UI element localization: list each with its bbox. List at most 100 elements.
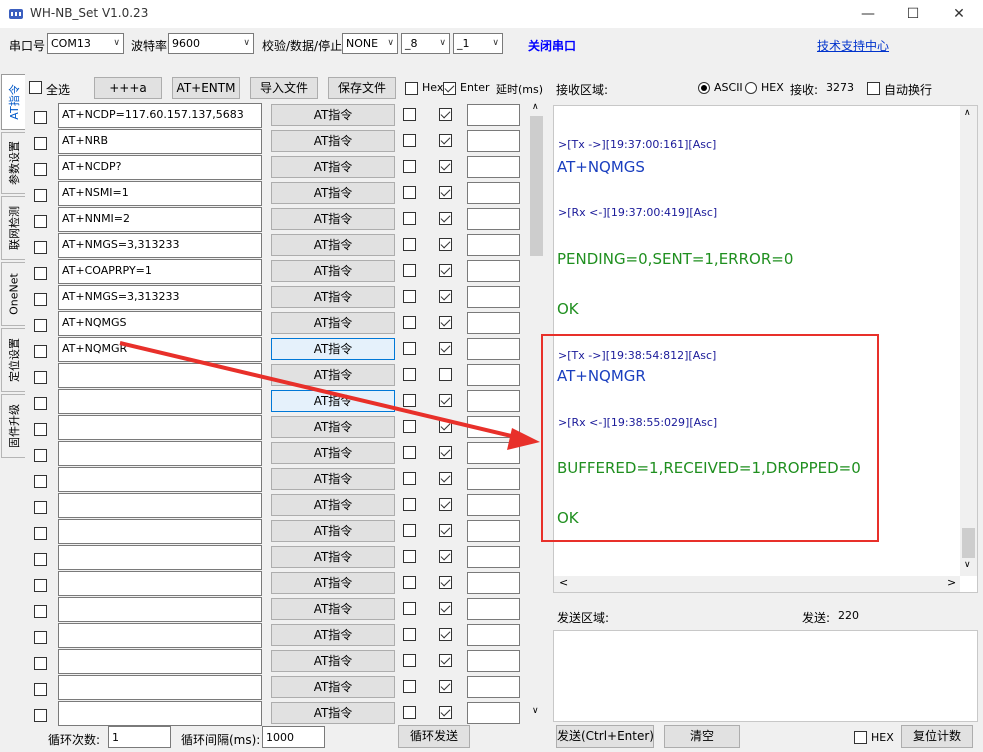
row-enter-checkbox[interactable] — [439, 264, 452, 277]
row-hex-checkbox[interactable] — [403, 212, 416, 225]
row-hex-checkbox[interactable] — [403, 680, 416, 693]
scroll-left-icon[interactable]: < — [559, 576, 568, 589]
row-enter-checkbox[interactable] — [439, 212, 452, 225]
row-enter-checkbox[interactable] — [439, 342, 452, 355]
send-hex-checkbox[interactable] — [854, 731, 867, 744]
row-select-checkbox[interactable] — [34, 449, 47, 462]
select-all-checkbox[interactable] — [29, 81, 42, 94]
row-select-checkbox[interactable] — [34, 527, 47, 540]
command-input[interactable] — [58, 467, 262, 492]
command-input[interactable] — [58, 441, 262, 466]
row-enter-checkbox[interactable] — [439, 446, 452, 459]
row-delay-input[interactable] — [467, 650, 520, 672]
command-input[interactable] — [58, 571, 262, 596]
tab-params[interactable]: 参数设置 — [1, 132, 25, 194]
row-select-checkbox[interactable] — [34, 241, 47, 254]
row-hex-checkbox[interactable] — [403, 524, 416, 537]
row-delay-input[interactable] — [467, 572, 520, 594]
hex-radio[interactable] — [745, 82, 757, 94]
row-enter-checkbox[interactable] — [439, 550, 452, 563]
row-select-checkbox[interactable] — [34, 501, 47, 514]
row-hex-checkbox[interactable] — [403, 472, 416, 485]
stopbits-select[interactable]: _1 ∨ — [453, 33, 503, 54]
row-hex-checkbox[interactable] — [403, 576, 416, 589]
row-hex-checkbox[interactable] — [403, 108, 416, 121]
row-hex-checkbox[interactable] — [403, 160, 416, 173]
baud-select[interactable]: 9600 ∨ — [168, 33, 254, 54]
send-at-button[interactable]: AT指令 — [271, 130, 395, 152]
send-at-button[interactable]: AT指令 — [271, 468, 395, 490]
send-at-button[interactable]: AT指令 — [271, 416, 395, 438]
command-input[interactable]: AT+NSMI=1 — [58, 181, 262, 206]
row-hex-checkbox[interactable] — [403, 706, 416, 719]
scroll-right-icon[interactable]: > — [947, 576, 956, 589]
row-select-checkbox[interactable] — [34, 553, 47, 566]
command-input[interactable] — [58, 649, 262, 674]
command-input[interactable] — [58, 519, 262, 544]
row-select-checkbox[interactable] — [34, 163, 47, 176]
send-at-button[interactable]: AT指令 — [271, 624, 395, 646]
row-select-checkbox[interactable] — [34, 709, 47, 722]
row-hex-checkbox[interactable] — [403, 550, 416, 563]
command-input[interactable] — [58, 623, 262, 648]
command-input[interactable] — [58, 415, 262, 440]
enter-all-checkbox[interactable] — [443, 82, 456, 95]
row-delay-input[interactable] — [467, 130, 520, 152]
row-select-checkbox[interactable] — [34, 371, 47, 384]
row-delay-input[interactable] — [467, 338, 520, 360]
row-delay-input[interactable] — [467, 208, 520, 230]
row-delay-input[interactable] — [467, 156, 520, 178]
row-delay-input[interactable] — [467, 390, 520, 412]
row-select-checkbox[interactable] — [34, 579, 47, 592]
send-at-button[interactable]: AT指令 — [271, 234, 395, 256]
command-input[interactable] — [58, 675, 262, 700]
command-input[interactable] — [58, 363, 262, 388]
command-input[interactable] — [58, 597, 262, 622]
row-delay-input[interactable] — [467, 286, 520, 308]
maximize-button[interactable]: ☐ — [890, 0, 936, 28]
command-input[interactable]: AT+NMGS=3,313233 — [58, 233, 262, 258]
send-at-button[interactable]: AT指令 — [271, 702, 395, 724]
ascii-radio[interactable] — [698, 82, 710, 94]
tab-network-check[interactable]: 联网检测 — [1, 196, 25, 260]
reset-count-button[interactable]: 复位计数 — [901, 725, 973, 748]
close-serial-button[interactable]: 关闭串口 — [528, 37, 576, 54]
row-hex-checkbox[interactable] — [403, 628, 416, 641]
tab-firmware[interactable]: 固件升级 — [1, 394, 25, 458]
send-at-button[interactable]: AT指令 — [271, 546, 395, 568]
row-enter-checkbox[interactable] — [439, 602, 452, 615]
databits-select[interactable]: _8 ∨ — [401, 33, 450, 54]
row-select-checkbox[interactable] — [34, 657, 47, 670]
row-delay-input[interactable] — [467, 676, 520, 698]
scroll-up-icon[interactable]: ∧ — [532, 102, 539, 112]
support-link[interactable]: 技术支持中心 — [817, 37, 889, 54]
loop-interval-input[interactable]: 1000 — [262, 726, 325, 748]
command-input[interactable] — [58, 701, 262, 726]
row-delay-input[interactable] — [467, 702, 520, 724]
row-select-checkbox[interactable] — [34, 345, 47, 358]
send-at-button[interactable]: AT指令 — [271, 572, 395, 594]
row-select-checkbox[interactable] — [34, 605, 47, 618]
row-delay-input[interactable] — [467, 598, 520, 620]
row-select-checkbox[interactable] — [34, 397, 47, 410]
command-input[interactable]: AT+NCDP? — [58, 155, 262, 180]
clear-button[interactable]: 清空 — [664, 725, 740, 748]
receive-hscrollbar[interactable]: < > — [554, 576, 960, 592]
row-select-checkbox[interactable] — [34, 293, 47, 306]
send-at-button[interactable]: AT指令 — [271, 676, 395, 698]
command-input[interactable]: AT+NNMI=2 — [58, 207, 262, 232]
row-enter-checkbox[interactable] — [439, 628, 452, 641]
command-input[interactable] — [58, 545, 262, 570]
row-enter-checkbox[interactable] — [439, 498, 452, 511]
row-delay-input[interactable] — [467, 416, 520, 438]
row-hex-checkbox[interactable] — [403, 134, 416, 147]
command-input[interactable]: AT+NMGS=3,313233 — [58, 285, 262, 310]
send-at-button[interactable]: AT指令 — [271, 338, 395, 360]
row-delay-input[interactable] — [467, 442, 520, 464]
row-hex-checkbox[interactable] — [403, 186, 416, 199]
send-at-button[interactable]: AT指令 — [271, 650, 395, 672]
send-textarea[interactable] — [553, 630, 978, 722]
command-input[interactable]: AT+COAPRPY=1 — [58, 259, 262, 284]
row-hex-checkbox[interactable] — [403, 264, 416, 277]
row-hex-checkbox[interactable] — [403, 238, 416, 251]
